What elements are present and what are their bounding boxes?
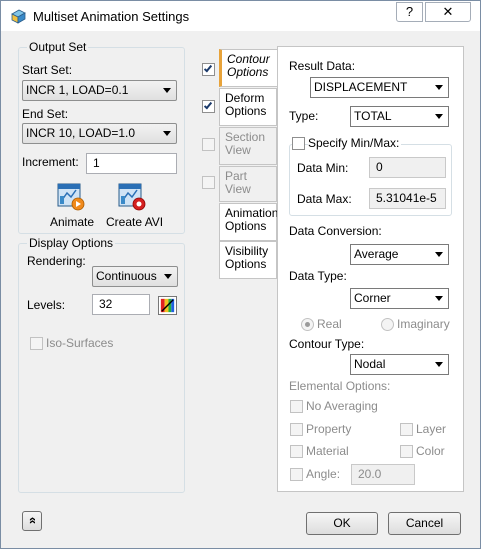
color-checkbox[interactable] [400, 445, 413, 458]
angle-label: Angle: [306, 467, 341, 481]
tab-visibility-options-label: Visibility Options [225, 244, 269, 271]
color-palette-icon[interactable] [158, 296, 177, 315]
start-set-dropdown[interactable]: INCR 1, LOAD=0.1 [22, 80, 177, 101]
property-label: Property [306, 422, 352, 436]
expand-button[interactable]: » [22, 511, 42, 531]
tab-section-view-label: Section View [225, 130, 266, 157]
no-averaging-checkbox[interactable] [290, 400, 303, 413]
data-conversion-value: Average [354, 247, 399, 261]
data-max-field[interactable]: 5.31041e-5 [369, 188, 446, 209]
imaginary-label: Imaginary [397, 317, 450, 331]
result-data-dropdown[interactable]: DISPLACEMENT [310, 77, 449, 98]
tab-section-view[interactable]: Section View [219, 127, 277, 165]
rendering-dropdown[interactable]: Continuous [92, 266, 178, 287]
tab-animation-options[interactable]: Animation Options [219, 203, 279, 241]
increment-label: Increment: [22, 155, 79, 169]
tab-animation-options-label: Animation Options [225, 206, 279, 233]
real-radio[interactable] [301, 318, 314, 331]
tab-contour-options[interactable]: Contour Options [219, 49, 277, 87]
data-type-label: Data Type: [289, 269, 347, 283]
property-checkbox[interactable] [290, 423, 303, 436]
tab-contour-options-label: Contour Options [227, 52, 270, 79]
chevron-down-icon [164, 274, 172, 279]
tab-deform-options-label: Deform Options [225, 91, 267, 118]
cancel-button[interactable]: Cancel [388, 512, 461, 535]
start-set-label: Start Set: [22, 63, 73, 77]
close-button[interactable]: ✕ [425, 2, 471, 22]
real-label: Real [317, 317, 342, 331]
levels-input[interactable]: 32 [92, 294, 150, 315]
end-set-value: INCR 10, LOAD=1.0 [26, 126, 136, 140]
material-label: Material [306, 444, 349, 458]
contour-type-dropdown[interactable]: Nodal [350, 354, 449, 375]
result-data-label: Result Data: [289, 59, 356, 73]
layer-label: Layer [416, 422, 447, 436]
start-set-value: INCR 1, LOAD=0.1 [26, 83, 129, 97]
create-avi-label[interactable]: Create AVI [106, 215, 163, 229]
contour-type-label: Contour Type: [289, 337, 365, 351]
data-type-dropdown[interactable]: Corner [350, 288, 449, 309]
chevron-down-icon [435, 296, 443, 301]
chevron-down-icon [435, 252, 443, 257]
help-button[interactable]: ? [396, 2, 423, 22]
window-title: Multiset Animation Settings [33, 9, 190, 24]
dialog-window: Multiset Animation Settings ? ✕ Output S… [0, 0, 481, 549]
specify-min-max-checkbox[interactable] [292, 137, 305, 150]
contour-type-value: Nodal [354, 357, 386, 371]
data-conversion-label: Data Conversion: [289, 224, 382, 238]
type-label: Type: [289, 109, 319, 123]
app-icon [11, 9, 26, 24]
tab-part-view[interactable]: Part View [219, 166, 277, 202]
type-dropdown[interactable]: TOTAL [350, 106, 449, 127]
animate-label[interactable]: Animate [50, 215, 94, 229]
deform-options-checkbox[interactable] [202, 100, 215, 113]
angle-input[interactable]: 20.0 [351, 464, 415, 485]
chevron-down-icon [163, 88, 171, 93]
part-view-checkbox[interactable] [202, 176, 215, 189]
chevron-down-icon [435, 362, 443, 367]
increment-input[interactable]: 1 [86, 153, 177, 174]
rendering-value: Continuous [96, 269, 157, 283]
title-bar: Multiset Animation Settings ? ✕ [1, 1, 480, 31]
double-chevron-icon: » [24, 516, 40, 525]
chevron-down-icon [435, 85, 443, 90]
angle-checkbox[interactable] [290, 468, 303, 481]
color-label: Color [416, 444, 445, 458]
tab-part-view-label: Part View [225, 169, 251, 196]
data-min-label: Data Min: [297, 161, 349, 175]
chevron-down-icon [435, 114, 443, 119]
material-checkbox[interactable] [290, 445, 303, 458]
tab-visibility-options[interactable]: Visibility Options [219, 241, 277, 279]
output-set-legend: Output Set [27, 40, 89, 54]
animate-icon[interactable] [56, 182, 86, 212]
levels-label: Levels: [27, 298, 66, 312]
data-conversion-dropdown[interactable]: Average [350, 244, 449, 265]
ok-button[interactable]: OK [306, 512, 378, 535]
type-value: TOTAL [354, 109, 392, 123]
iso-surfaces-label: Iso-Surfaces [46, 336, 114, 350]
result-data-value: DISPLACEMENT [314, 80, 408, 94]
data-max-label: Data Max: [297, 192, 352, 206]
data-min-field[interactable]: 0 [369, 157, 446, 178]
imaginary-radio[interactable] [381, 318, 394, 331]
rendering-label: Rendering: [27, 254, 86, 268]
end-set-dropdown[interactable]: INCR 10, LOAD=1.0 [22, 123, 177, 144]
layer-checkbox[interactable] [400, 423, 413, 436]
section-view-checkbox[interactable] [202, 138, 215, 151]
iso-surfaces-checkbox[interactable] [30, 337, 43, 350]
elemental-options-label: Elemental Options: [289, 379, 391, 393]
no-averaging-label: No Averaging [306, 399, 378, 413]
specify-min-max-label: Specify Min/Max: [308, 136, 402, 150]
chevron-down-icon [163, 131, 171, 136]
create-avi-icon[interactable] [117, 182, 147, 212]
contour-options-checkbox[interactable] [202, 63, 215, 76]
end-set-label: End Set: [22, 107, 69, 121]
display-options-legend: Display Options [27, 236, 116, 250]
data-type-value: Corner [354, 291, 391, 305]
tab-deform-options[interactable]: Deform Options [219, 88, 277, 126]
